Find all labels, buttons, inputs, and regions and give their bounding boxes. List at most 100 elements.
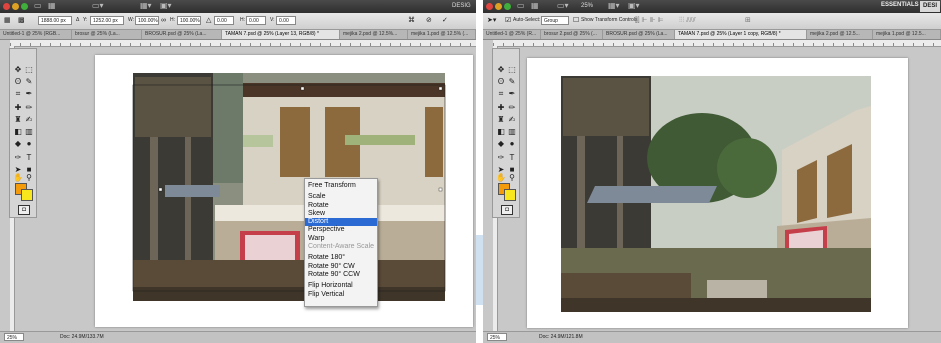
crop-tool-icon[interactable]: ⌗ [13, 89, 23, 99]
type-tool-icon[interactable]: T [507, 153, 517, 163]
menu-item-flip-vertical[interactable]: Flip Vertical [305, 291, 377, 299]
menu-item-rotate-90-cw[interactable]: Rotate 90° CW [305, 263, 377, 271]
pen-tool-icon[interactable]: ✑ [13, 153, 23, 163]
show-transform-checkbox[interactable]: ☐ [573, 16, 579, 25]
extras-icon[interactable]: ▣▾ [160, 1, 172, 10]
brush-tool-icon[interactable]: ✏ [507, 103, 517, 113]
arrange-documents-icon[interactable]: ▦▾ [140, 1, 152, 10]
document-size-info[interactable]: Doc: 24.9M/133.7M [60, 334, 104, 340]
tab-taman-7[interactable]: TAMAN 7.psd @ 25% (Layer 13, RGB/8) * [222, 30, 340, 39]
eraser-tool-icon[interactable]: ◧ [496, 127, 506, 137]
menu-item-rotate-90-ccw[interactable]: Rotate 90° CCW [305, 271, 377, 279]
quick-selection-tool-icon[interactable]: ✎ [24, 77, 34, 87]
history-brush-tool-icon[interactable]: ✍ [507, 115, 517, 125]
dodge-tool-icon[interactable]: ● [507, 139, 517, 149]
zoom-tool-icon[interactable]: ⚲ [507, 173, 517, 183]
essentials-workspace-button[interactable]: ESSENTIALS [881, 2, 919, 8]
clone-stamp-tool-icon[interactable]: ♜ [496, 115, 506, 125]
horizontal-ruler[interactable] [493, 40, 941, 47]
y-position-field[interactable]: 1252.00 px [90, 16, 124, 25]
menu-item-scale[interactable]: Scale [305, 193, 377, 201]
auto-align-icon[interactable]: ⊞ [745, 16, 751, 25]
cancel-transform-icon[interactable]: ⊘ [426, 16, 432, 25]
workspace-label[interactable]: DESIG [452, 3, 471, 9]
lasso-tool-icon[interactable]: ʘ [13, 77, 23, 87]
distribute-layers-icon[interactable]: ⫶⫶⫶ ⫽⫽⫽ [679, 16, 696, 25]
eyedropper-tool-icon[interactable]: ✒ [24, 89, 34, 99]
align-layers-icon[interactable]: ⫿⫿ ⊩ ⊪ ⊫ [635, 16, 664, 25]
move-tool-icon[interactable]: ✥ [496, 65, 506, 75]
menu-item-flip-horizontal[interactable]: Flip Horizontal [305, 282, 377, 290]
tab-mejika-1[interactable]: mejika 1.psd @ 12.5% (... [408, 30, 476, 39]
tab-brosur-psd[interactable]: BROSUR.psd @ 25% (La... [142, 30, 222, 39]
hand-tool-icon[interactable]: ✋ [13, 173, 23, 183]
clone-stamp-tool-icon[interactable]: ♜ [13, 115, 23, 125]
warp-mode-icon[interactable]: ⌘ [408, 16, 415, 25]
reference-locator-icon[interactable]: ▩ [18, 16, 25, 25]
zoom-tool-icon[interactable]: ⚲ [24, 173, 34, 183]
history-brush-tool-icon[interactable]: ✍ [24, 115, 34, 125]
gradient-tool-icon[interactable]: ▥ [24, 127, 34, 137]
quick-mask-icon[interactable]: ◘ [501, 205, 513, 215]
close-window-button[interactable] [486, 3, 493, 10]
tab-brosur-psd[interactable]: BROSUR.psd @ 25% (La... [603, 30, 675, 39]
marquee-tool-icon[interactable]: ⬚ [507, 65, 517, 75]
blur-tool-icon[interactable]: ◆ [496, 139, 506, 149]
menu-item-rotate-180[interactable]: Rotate 180° [305, 254, 377, 262]
link-icon[interactable]: ∞ [161, 16, 166, 25]
h-skew-field[interactable]: 0.00 [246, 16, 266, 25]
bridge-icon[interactable]: ▭ [517, 1, 525, 10]
healing-brush-tool-icon[interactable]: ✚ [13, 103, 23, 113]
marquee-tool-icon[interactable]: ⬚ [24, 65, 34, 75]
pen-tool-icon[interactable]: ✑ [496, 153, 506, 163]
menu-item-free-transform[interactable]: Free Transform [305, 182, 377, 190]
horizontal-ruler[interactable] [10, 40, 476, 47]
zoom-level-menu[interactable]: 25% [581, 3, 593, 9]
document-size-info[interactable]: Doc: 24.9M/121.8M [539, 334, 583, 340]
crop-tool-icon[interactable]: ⌗ [496, 89, 506, 99]
minibridge-icon[interactable]: ▦ [48, 1, 56, 10]
lasso-tool-icon[interactable]: ʘ [496, 77, 506, 87]
tab-brosur-2[interactable]: brosur 2.psd @ 25% (... [541, 30, 603, 39]
reference-point-icon[interactable]: ▦ [4, 16, 11, 25]
minimize-window-button[interactable] [12, 3, 19, 10]
bridge-icon[interactable]: ▭ [34, 1, 42, 10]
arrange-documents-icon[interactable]: ▦▾ [608, 1, 620, 10]
gradient-tool-icon[interactable]: ▥ [507, 127, 517, 137]
zoom-level-field[interactable]: 25% [487, 333, 507, 341]
brush-tool-icon[interactable]: ✏ [24, 103, 34, 113]
x-position-field[interactable]: 1888.00 px [38, 16, 72, 25]
minimize-window-button[interactable] [495, 3, 502, 10]
move-tool-preset-icon[interactable]: ➤▾ [487, 16, 496, 25]
extras-icon[interactable]: ▣▾ [628, 1, 640, 10]
tab-untitled-1[interactable]: Untitled-1 @ 25% (RGB... [0, 30, 72, 39]
background-color-swatch[interactable] [504, 189, 516, 201]
v-skew-field[interactable]: 0.00 [276, 16, 296, 25]
close-window-button[interactable] [3, 3, 10, 10]
quick-mask-icon[interactable]: ◘ [18, 205, 30, 215]
background-color-swatch[interactable] [21, 189, 33, 201]
tab-mejika-2[interactable]: mejika 2.psd @ 12.5%... [340, 30, 408, 39]
rotation-angle-field[interactable]: 0.00 [214, 16, 234, 25]
eyedropper-tool-icon[interactable]: ✒ [507, 89, 517, 99]
design-workspace-button[interactable]: DESI [920, 1, 941, 12]
zoom-window-button[interactable] [504, 3, 511, 10]
blur-tool-icon[interactable]: ◆ [13, 139, 23, 149]
menu-item-perspective[interactable]: Perspective [305, 226, 377, 234]
auto-select-checkbox[interactable]: ☑ [505, 16, 511, 25]
dodge-tool-icon[interactable]: ● [24, 139, 34, 149]
menu-item-rotate[interactable]: Rotate [305, 202, 377, 210]
relative-position-icon[interactable]: Δ [76, 16, 79, 25]
screen-mode-icon[interactable]: ▭▾ [557, 1, 569, 10]
commit-transform-icon[interactable]: ✓ [442, 16, 448, 25]
menu-item-warp[interactable]: Warp [305, 235, 377, 243]
quick-selection-tool-icon[interactable]: ✎ [507, 77, 517, 87]
zoom-window-button[interactable] [21, 3, 28, 10]
menu-item-skew[interactable]: Skew [305, 210, 377, 218]
width-scale-field[interactable]: 100.00% [135, 16, 159, 25]
tab-mejika-2[interactable]: mejika 2.psd @ 12.5... [807, 30, 873, 39]
menu-item-distort[interactable]: Distort [305, 218, 377, 227]
document-canvas[interactable] [527, 58, 908, 328]
zoom-level-field[interactable]: 25% [4, 333, 24, 341]
document-canvas[interactable] [95, 55, 473, 327]
